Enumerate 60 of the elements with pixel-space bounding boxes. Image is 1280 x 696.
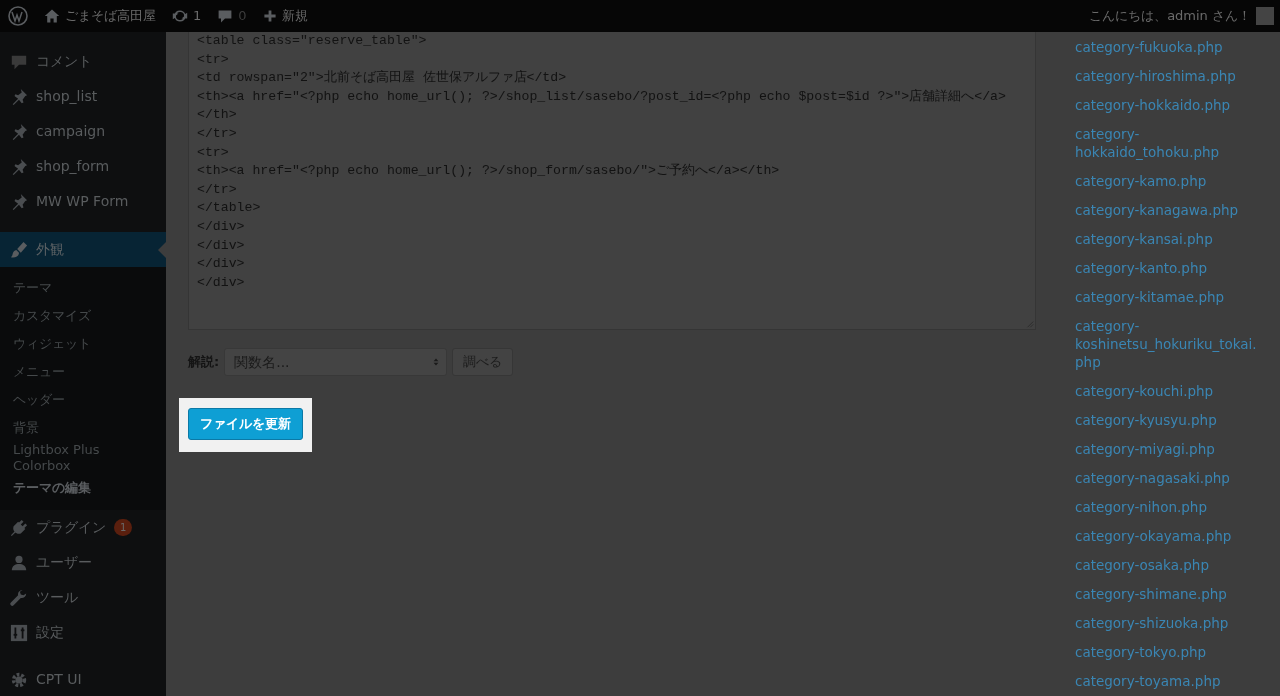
- update-file-button[interactable]: ファイルを更新: [188, 408, 303, 440]
- file-link[interactable]: category-kitamae.php: [1075, 288, 1260, 317]
- site-name-link[interactable]: ごまそば高田屋: [65, 6, 156, 26]
- sidebar-menu-item[interactable]: campaign: [0, 114, 166, 149]
- file-link[interactable]: category-shizuoka.php: [1075, 614, 1260, 643]
- file-link[interactable]: category-kansai.php: [1075, 230, 1260, 259]
- pushpin-icon: [10, 87, 28, 106]
- file-link[interactable]: category-toyama.php: [1075, 672, 1260, 696]
- plus-icon: [262, 9, 277, 23]
- file-link[interactable]: category-miyagi.php: [1075, 440, 1260, 469]
- submenu-item[interactable]: カスタマイズ: [0, 302, 166, 330]
- sidebar-menu-item[interactable]: ツール: [0, 580, 166, 615]
- sidebar-menu-item[interactable]: MW WP Form: [0, 184, 166, 219]
- file-link[interactable]: category-okayama.php: [1075, 527, 1260, 556]
- sidebar-menu-item[interactable]: ユーザー: [0, 545, 166, 580]
- pushpin-icon: [10, 192, 28, 211]
- update-count[interactable]: 1: [193, 6, 202, 26]
- person-icon: [10, 553, 28, 572]
- file-link[interactable]: category-tokyo.php: [1075, 643, 1260, 672]
- file-link[interactable]: category-hiroshima.php: [1075, 67, 1260, 96]
- file-link[interactable]: category-nagasaki.php: [1075, 469, 1260, 498]
- sidebar-menu-item[interactable]: プラグイン 1: [0, 510, 166, 545]
- sidebar-menu-item[interactable]: shop_form: [0, 149, 166, 184]
- new-link[interactable]: 新規: [281, 6, 308, 26]
- gear-icon: [10, 670, 28, 689]
- wordpress-logo-icon: [8, 6, 28, 26]
- code-editor[interactable]: [188, 32, 1036, 330]
- file-link[interactable]: category-hokkaido_tohoku.php: [1075, 125, 1260, 172]
- file-link[interactable]: category-kanagawa.php: [1075, 201, 1260, 230]
- sidebar-menu-item[interactable]: 外観: [0, 232, 166, 267]
- sliders-icon: [10, 623, 28, 642]
- select-arrows-icon: [432, 356, 441, 368]
- sidebar-menu-item[interactable]: CPT UI: [0, 662, 166, 696]
- file-link[interactable]: category-fukuoka.php: [1075, 38, 1260, 67]
- home-icon: [44, 8, 60, 24]
- pushpin-icon: [10, 157, 28, 176]
- submenu-item[interactable]: 背景: [0, 414, 166, 442]
- avatar-icon[interactable]: [1256, 7, 1274, 25]
- file-link[interactable]: category-nihon.php: [1075, 498, 1260, 527]
- sidebar-menu-item[interactable]: shop_list: [0, 79, 166, 114]
- paintbrush-icon: [10, 240, 28, 259]
- refresh-icon: [172, 8, 188, 24]
- greeting-link[interactable]: こんにちは、admin さん！: [1089, 6, 1251, 26]
- update-count-badge: 1: [114, 519, 133, 536]
- file-link[interactable]: category-hokkaido.php: [1075, 96, 1260, 125]
- file-link[interactable]: category-shimane.php: [1075, 585, 1260, 614]
- submenu-item[interactable]: テーマの編集: [0, 474, 166, 502]
- pushpin-icon: [10, 122, 28, 141]
- plug-icon: [10, 518, 28, 537]
- file-link[interactable]: category-kanto.php: [1075, 259, 1260, 288]
- sidebar-menu-item[interactable]: コメント: [0, 44, 166, 79]
- file-link[interactable]: category-osaka.php: [1075, 556, 1260, 585]
- sidebar-menu-item[interactable]: 設定: [0, 615, 166, 650]
- file-link[interactable]: category-koshinetsu_hokuriku_tokai.php: [1075, 317, 1260, 382]
- speech-bubble-icon: [217, 8, 234, 24]
- file-link[interactable]: category-kamo.php: [1075, 172, 1260, 201]
- file-link[interactable]: category-kyusyu.php: [1075, 411, 1260, 440]
- submenu-item[interactable]: Lightbox Plus Colorbox: [0, 442, 166, 474]
- file-link[interactable]: category-kouchi.php: [1075, 382, 1260, 411]
- wrench-icon: [10, 588, 28, 607]
